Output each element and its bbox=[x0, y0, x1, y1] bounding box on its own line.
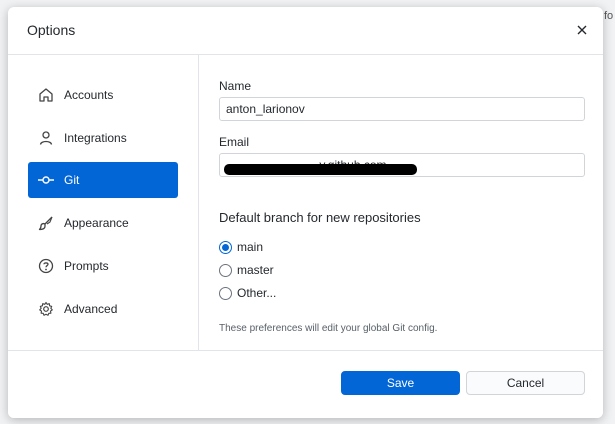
person-icon bbox=[37, 129, 55, 147]
save-button[interactable]: Save bbox=[341, 371, 460, 395]
sidebar-item-label: Accounts bbox=[64, 88, 114, 102]
radio-other[interactable] bbox=[219, 286, 232, 300]
git-commit-icon bbox=[37, 171, 55, 189]
options-dialog: Options Accounts Integrations Git Appear… bbox=[8, 7, 603, 418]
options-sidebar: Accounts Integrations Git Appearance Pro… bbox=[8, 55, 199, 350]
radio-master[interactable] bbox=[219, 263, 232, 277]
redaction-mark bbox=[224, 164, 417, 175]
branch-option-label: main bbox=[237, 240, 264, 254]
git-config-hint: These preferences will edit your global … bbox=[219, 323, 438, 334]
name-label: Name bbox=[219, 79, 252, 93]
default-branch-heading: Default branch for new repositories bbox=[219, 210, 421, 225]
cancel-button[interactable]: Cancel bbox=[466, 371, 585, 395]
branch-option-label: Other... bbox=[237, 286, 277, 300]
gear-icon bbox=[37, 300, 55, 318]
branch-option-label: master bbox=[237, 263, 274, 277]
sidebar-item-advanced[interactable]: Advanced bbox=[28, 291, 178, 327]
background-text: fo bbox=[604, 10, 614, 22]
paintbrush-icon bbox=[37, 214, 55, 232]
question-icon bbox=[37, 257, 55, 275]
sidebar-item-label: Advanced bbox=[64, 302, 118, 316]
branch-option-other[interactable]: Other... bbox=[219, 286, 276, 300]
email-label: Email bbox=[219, 135, 250, 149]
branch-option-master[interactable]: master bbox=[219, 263, 274, 277]
name-field[interactable] bbox=[219, 97, 585, 121]
git-settings-panel: Name Email Default branch for new reposi… bbox=[199, 55, 603, 350]
home-icon bbox=[37, 86, 55, 104]
sidebar-item-label: Prompts bbox=[64, 259, 109, 273]
sidebar-item-label: Git bbox=[64, 173, 80, 187]
dialog-header: Options bbox=[8, 7, 603, 55]
close-button[interactable] bbox=[573, 21, 591, 39]
sidebar-item-label: Appearance bbox=[64, 216, 129, 230]
close-icon bbox=[577, 25, 587, 35]
sidebar-item-integrations[interactable]: Integrations bbox=[28, 120, 178, 156]
sidebar-item-accounts[interactable]: Accounts bbox=[28, 77, 178, 113]
sidebar-item-appearance[interactable]: Appearance bbox=[28, 205, 178, 241]
dialog-footer: Save Cancel bbox=[8, 350, 603, 418]
sidebar-item-git[interactable]: Git bbox=[28, 162, 178, 198]
branch-option-main[interactable]: main bbox=[219, 240, 263, 254]
sidebar-item-prompts[interactable]: Prompts bbox=[28, 248, 178, 284]
radio-main[interactable] bbox=[219, 240, 232, 254]
dialog-title: Options bbox=[27, 22, 76, 38]
sidebar-item-label: Integrations bbox=[64, 131, 127, 145]
